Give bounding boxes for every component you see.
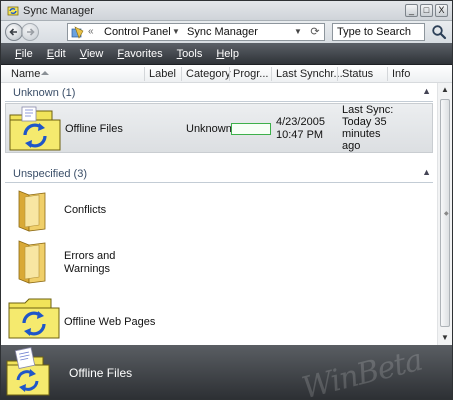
column-category[interactable]: Category — [186, 68, 231, 80]
item-name: Offline Files — [65, 123, 123, 135]
menu-help[interactable]: Help — [216, 48, 239, 60]
list-item-offline-files[interactable]: Offline Files Unknown 4/23/2005 10:47 PM… — [5, 103, 433, 153]
list-item-offline-web-pages[interactable]: Offline Web Pages — [5, 292, 433, 342]
item-last-sync-date: 4/23/2005 — [276, 116, 325, 128]
folder-icon — [18, 190, 46, 232]
column-progress[interactable]: Progr... — [233, 68, 268, 80]
column-divider[interactable] — [337, 67, 338, 81]
sync-manager-icon — [7, 6, 19, 16]
item-status-line: minutes — [342, 128, 381, 140]
watermark-logo: WinBeta — [298, 342, 426, 406]
breadcrumb[interactable]: « Control Panel ▼ Sync Manager ▼ ⟳ — [67, 23, 325, 41]
item-category: Unknown — [186, 123, 232, 135]
item-name: Conflicts — [64, 204, 107, 216]
collapse-icon[interactable]: ▲ — [422, 167, 431, 177]
vertical-scrollbar[interactable]: ▲ ◆ ▼ — [437, 83, 452, 345]
back-arrow-icon — [9, 28, 17, 36]
breadcrumb-control-panel[interactable]: Control Panel — [104, 26, 171, 38]
column-divider[interactable] — [271, 67, 272, 81]
collapse-icon[interactable]: ▲ — [422, 86, 431, 96]
column-label[interactable]: Label — [149, 68, 176, 80]
item-list: Unknown (1) ▲ Offline Files Unknown 4/23… — [1, 83, 437, 345]
window-controls: _ □ X — [405, 4, 448, 17]
maximize-button[interactable]: □ — [420, 4, 433, 17]
search-icon[interactable] — [431, 24, 447, 40]
sync-folder-icon — [8, 298, 60, 339]
column-status[interactable]: Status — [342, 68, 373, 80]
column-divider[interactable] — [181, 67, 182, 81]
item-name-line: Warnings — [64, 263, 111, 275]
scroll-down-arrow-icon[interactable]: ▼ — [438, 331, 452, 345]
chevron-down-icon[interactable]: ▼ — [294, 27, 302, 36]
column-info[interactable]: Info — [392, 68, 410, 80]
group-header-unknown[interactable]: Unknown (1) ▲ — [5, 86, 433, 102]
menu-edit[interactable]: Edit — [47, 48, 66, 60]
list-item-errors-and-warnings[interactable]: Errors and Warnings — [5, 235, 433, 287]
close-button[interactable]: X — [435, 4, 448, 17]
navigation-buttons — [5, 23, 43, 41]
group-divider — [5, 182, 433, 183]
refresh-icon[interactable]: ⟳ — [308, 25, 322, 39]
column-divider[interactable] — [387, 67, 388, 81]
item-last-sync-time: 10:47 PM — [276, 129, 324, 141]
breadcrumb-sync-manager[interactable]: Sync Manager — [187, 26, 258, 38]
group-header-unspecified[interactable]: Unspecified (3) ▲ — [5, 167, 433, 183]
sort-ascending-icon — [41, 71, 49, 75]
title-bar: Sync Manager _ □ X — [1, 1, 452, 21]
menu-view[interactable]: View — [80, 48, 104, 60]
details-title: Offline Files — [69, 366, 133, 380]
menu-bar: File Edit View Favorites Tools Help — [1, 43, 452, 65]
item-status-line: Today 35 — [342, 116, 387, 128]
column-divider[interactable] — [144, 67, 145, 81]
search-placeholder: Type to Search — [337, 26, 411, 38]
column-last-sync[interactable]: Last Synchr... — [276, 68, 343, 80]
item-status-line: Last Sync: — [342, 104, 394, 116]
window-title: Sync Manager — [23, 5, 94, 17]
column-name[interactable]: Name — [11, 68, 40, 80]
scroll-up-arrow-icon[interactable]: ▲ — [438, 83, 452, 97]
sync-progress-bar — [231, 123, 271, 135]
item-name-line: Errors and — [64, 250, 116, 262]
sync-folder-icon — [9, 106, 61, 151]
forward-button[interactable] — [21, 23, 39, 41]
folder-icon — [18, 240, 46, 284]
minimize-button[interactable]: _ — [405, 4, 418, 17]
menu-file[interactable]: File — [15, 48, 33, 60]
details-pane: Offline Files WinBeta — [1, 343, 452, 406]
item-status-line: ago — [342, 140, 361, 152]
breadcrumb-overflow[interactable]: « — [88, 26, 94, 37]
control-panel-icon — [71, 26, 84, 39]
menu-tools[interactable]: Tools — [177, 48, 203, 60]
menu-favorites[interactable]: Favorites — [117, 48, 162, 60]
search-input[interactable]: Type to Search — [332, 23, 425, 41]
scrollbar-thumb[interactable]: ◆ — [440, 99, 450, 327]
grip-icon: ◆ — [444, 211, 449, 217]
group-divider — [5, 101, 433, 102]
forward-arrow-icon — [27, 28, 35, 36]
address-bar: « Control Panel ▼ Sync Manager ▼ ⟳ Type … — [1, 21, 452, 43]
group-label: Unspecified (3) — [13, 168, 87, 180]
item-name: Offline Web Pages — [64, 316, 156, 328]
column-divider[interactable] — [229, 67, 230, 81]
sync-manager-window: Sync Manager _ □ X « Control Panel ▼ Syn… — [0, 0, 453, 406]
chevron-down-icon[interactable]: ▼ — [172, 27, 180, 36]
sync-folder-icon — [6, 347, 50, 396]
column-header: Name Label Category Progr... Last Synchr… — [1, 65, 452, 83]
list-item-conflicts[interactable]: Conflicts — [5, 187, 433, 233]
group-label: Unknown (1) — [13, 87, 76, 99]
